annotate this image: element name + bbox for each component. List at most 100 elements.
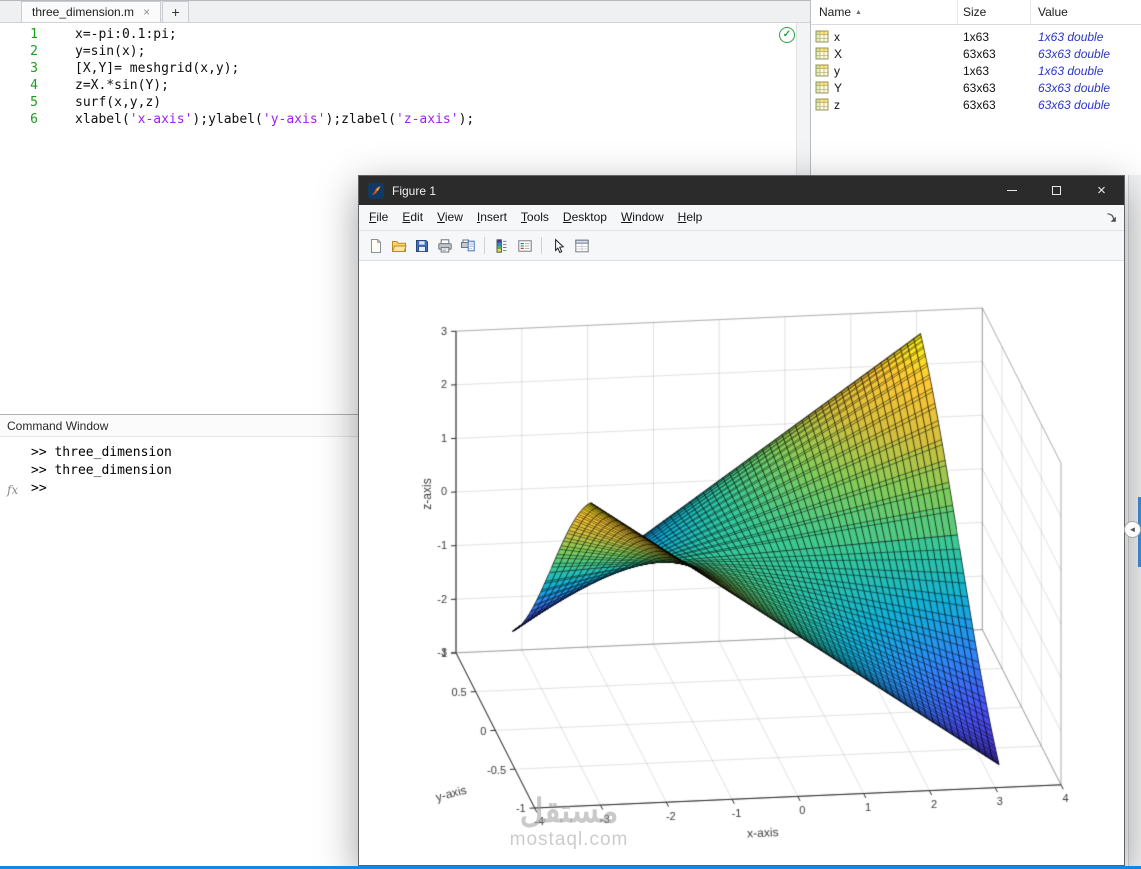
figure-toolbar [359, 231, 1124, 261]
insert-legend-icon[interactable] [513, 234, 536, 257]
line-number: 4 [30, 78, 38, 93]
code-text: x=-pi:0.1:pi; [38, 26, 177, 43]
code-line: 3 [X,Y]= meshgrid(x,y); [0, 60, 797, 77]
variable-name: Y [834, 80, 843, 95]
editor-tabbar: three_dimension.m × + [0, 0, 810, 23]
maximize-icon [1052, 186, 1061, 195]
variable-value-cell: 1x63 double [1038, 63, 1104, 78]
print-preview-icon[interactable] [456, 234, 479, 257]
command-prompt: >> [31, 481, 47, 496]
sort-ascending-icon: ▲ [855, 8, 862, 16]
code-text: xlabel('x-axis');ylabel('y-axis');zlabel… [38, 111, 474, 128]
column-header-value[interactable]: Value [1031, 0, 1141, 24]
code-string-literal: 'y-axis' [262, 112, 326, 127]
code-fragment: xlabel( [75, 112, 130, 127]
variable-value-cell: 1x63 double [1038, 29, 1104, 44]
code-line: 2 y=sin(x); [0, 43, 797, 60]
menu-help[interactable]: Help [671, 205, 710, 230]
minimize-button[interactable] [989, 176, 1034, 205]
insert-colorbar-icon[interactable] [490, 234, 513, 257]
open-icon[interactable] [387, 234, 410, 257]
variable-name-cell: Y [811, 81, 958, 95]
command-window-title: Command Window [7, 418, 109, 433]
column-header-size[interactable]: Size [958, 0, 1031, 24]
workspace-row[interactable]: y 1x63 1x63 double [811, 62, 1141, 79]
variable-value-cell: 63x63 double [1038, 80, 1111, 95]
new-tab-button[interactable]: + [162, 1, 190, 22]
variable-grid-icon [815, 30, 829, 43]
variable-size-cell: 63x63 [963, 97, 996, 112]
editor-tab-title: three_dimension.m [32, 5, 135, 19]
maximize-button[interactable] [1034, 176, 1079, 205]
figure-plot-canvas[interactable] [359, 261, 1124, 865]
variable-grid-icon [815, 81, 829, 94]
menu-tools[interactable]: Tools [514, 205, 556, 230]
code-line: 4 z=X.*sin(Y); [0, 77, 797, 94]
figure-plot-area: مستقل mostaql.com [359, 261, 1124, 865]
code-text: surf(x,y,z) [38, 94, 161, 111]
code-fragment: surf(x,y,z) [75, 95, 162, 110]
variable-size-cell: 1x63 [963, 29, 990, 44]
print-icon[interactable] [433, 234, 456, 257]
code-string-literal: 'z-axis' [395, 112, 459, 127]
toolbar-separator [541, 237, 542, 254]
column-header-name[interactable]: Name ▲ [811, 0, 958, 24]
variable-name: z [834, 97, 840, 112]
dock-figure-arrow-icon[interactable] [1105, 205, 1124, 230]
code-fragment: [X,Y]= meshgrid(x,y); [75, 61, 240, 76]
menu-file[interactable]: File [362, 205, 395, 230]
variable-grid-icon [815, 47, 829, 60]
menu-window[interactable]: Window [614, 205, 671, 230]
new-script-icon[interactable] [364, 234, 387, 257]
menu-insert[interactable]: Insert [470, 205, 514, 230]
fx-indicator: fx [7, 483, 19, 497]
code-fragment: x=-pi:0.1:pi; [75, 27, 177, 42]
workspace-row[interactable]: z 63x63 63x63 double [811, 96, 1141, 113]
editor-tab-three-dimension[interactable]: three_dimension.m × [21, 1, 162, 22]
variable-size-cell: 63x63 [963, 46, 996, 61]
code-text: z=X.*sin(Y); [38, 77, 169, 94]
workspace-row[interactable]: Y 63x63 63x63 double [811, 79, 1141, 96]
matlab-desktop: three_dimension.m × + 1 x=-pi:0.1:pi; 2 y=s… [0, 0, 1141, 869]
menu-edit[interactable]: Edit [395, 205, 430, 230]
figure-title: Figure 1 [392, 183, 437, 198]
variable-grid-icon [815, 64, 829, 77]
minimize-icon [1006, 190, 1017, 191]
variable-size-cell: 63x63 [963, 80, 996, 95]
variable-name-cell: z [811, 98, 958, 112]
column-size-label: Size [963, 5, 987, 19]
workspace-row[interactable]: x 1x63 1x63 double [811, 28, 1141, 45]
code-text: y=sin(x); [38, 43, 145, 60]
variable-size-cell: 1x63 [963, 63, 990, 78]
column-value-label: Value [1038, 5, 1068, 19]
close-button[interactable]: × [1079, 176, 1124, 205]
code-fragment: );zlabel( [325, 112, 396, 127]
menu-desktop[interactable]: Desktop [556, 205, 614, 230]
tab-close-icon[interactable]: × [143, 5, 150, 19]
variable-name-cell: X [811, 47, 958, 61]
toolbar-separator [484, 237, 485, 254]
figure-menubar: File Edit View Insert Tools Desktop Window Help [359, 205, 1124, 231]
workspace-rows: x 1x63 1x63 double X 63x63 63x63 double y 1x63 1… [811, 25, 1141, 113]
code-fragment: ); [458, 112, 475, 127]
variable-grid-icon [815, 98, 829, 111]
column-name-label: Name [819, 5, 852, 19]
line-number: 2 [30, 44, 38, 59]
line-number: 5 [30, 95, 38, 110]
workspace-header: Name ▲ Size Value [811, 0, 1141, 25]
code-analyzer-indicator[interactable]: ✓ [779, 27, 795, 43]
line-number: 6 [30, 112, 38, 127]
variable-value-cell: 63x63 double [1038, 46, 1111, 61]
save-icon[interactable] [410, 234, 433, 257]
workspace-row[interactable]: X 63x63 63x63 double [811, 45, 1141, 62]
menu-view[interactable]: View [430, 205, 470, 230]
variable-name: x [834, 29, 840, 44]
code-fragment: y=sin(x); [75, 44, 146, 59]
line-number: 3 [30, 61, 38, 76]
sidebar-collapse-button[interactable]: ◄ [1124, 521, 1141, 538]
property-inspector-icon[interactable] [570, 234, 593, 257]
edit-plot-icon[interactable] [547, 234, 570, 257]
variable-name: X [834, 46, 843, 61]
figure-titlebar[interactable]: Figure 1 × [359, 176, 1124, 205]
variable-name: y [834, 63, 840, 78]
